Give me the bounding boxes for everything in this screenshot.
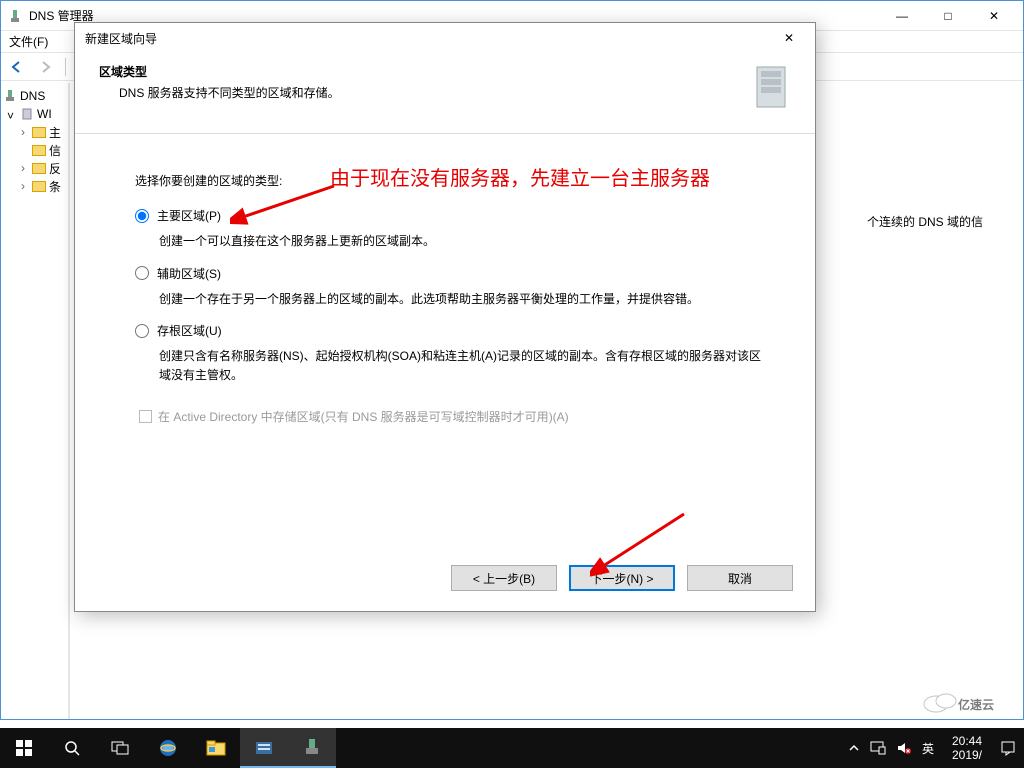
task-view-button[interactable] xyxy=(96,728,144,768)
dialog-header: 区域类型 DNS 服务器支持不同类型的区域和存储。 xyxy=(75,53,815,134)
tree-node-server[interactable]: ˅ WI xyxy=(3,105,66,123)
content-hint-text: 个连续的 DNS 域的信 xyxy=(867,213,983,230)
chevron-right-icon[interactable]: › xyxy=(21,161,29,175)
ad-storage-checkbox xyxy=(139,410,152,423)
taskbar: 英 20:44 2019/ xyxy=(0,728,1024,768)
tree-folder[interactable]: › 主 xyxy=(3,123,66,141)
tree-folder-label: 信 xyxy=(49,142,61,159)
secondary-zone-description: 创建一个存在于另一个服务器上的区域的副本。此选项帮助主服务器平衡处理的工作量，并… xyxy=(159,290,769,309)
radio-primary-zone-label: 主要区域(P) xyxy=(157,207,221,224)
radio-primary-zone-input[interactable] xyxy=(135,209,149,223)
folder-icon xyxy=(32,163,46,174)
search-button[interactable] xyxy=(48,728,96,768)
taskbar-explorer-icon[interactable] xyxy=(192,728,240,768)
tray-network-icon[interactable] xyxy=(870,741,886,755)
tree-folder[interactable]: 信 xyxy=(3,141,66,159)
dns-server-icon xyxy=(3,89,17,103)
ad-storage-checkbox-row: 在 Active Directory 中存储区域(只有 DNS 服务器是可写域控… xyxy=(139,408,769,425)
radio-secondary-zone-label: 辅助区域(S) xyxy=(157,265,221,282)
nav-back-button[interactable] xyxy=(5,56,29,78)
start-button[interactable] xyxy=(0,728,48,768)
taskbar-dns-manager-icon[interactable] xyxy=(288,728,336,768)
tree-root-dns[interactable]: DNS xyxy=(3,87,66,105)
server-illustration-icon xyxy=(751,63,791,111)
dialog-header-subtitle: DNS 服务器支持不同类型的区域和存储。 xyxy=(99,84,739,101)
dialog-title: 新建区域向导 xyxy=(85,30,773,47)
tree-root-label: DNS xyxy=(20,89,45,103)
tree-panel: DNS ˅ WI › 主 信 › 反 › xyxy=(1,83,69,719)
dns-app-icon xyxy=(7,8,23,24)
radio-secondary-zone-input[interactable] xyxy=(135,266,149,280)
radio-primary-zone[interactable]: 主要区域(P) xyxy=(135,207,769,224)
tray-notifications-icon[interactable] xyxy=(1000,740,1016,756)
taskbar-server-manager-icon[interactable] xyxy=(240,728,288,768)
radio-stub-zone-label: 存根区域(U) xyxy=(157,322,222,339)
stub-zone-description: 创建只含有名称服务器(NS)、起始授权机构(SOA)和粘连主机(A)记录的区域的… xyxy=(159,347,769,384)
dialog-header-title: 区域类型 xyxy=(99,63,739,80)
tray-date: 2019/ xyxy=(952,748,982,762)
toolbar-separator xyxy=(65,58,66,76)
tree-node-label: WI xyxy=(37,107,52,121)
tray-chevron-up-icon[interactable] xyxy=(848,742,860,754)
chevron-right-icon[interactable]: › xyxy=(21,179,29,193)
dialog-close-button[interactable]: ✕ xyxy=(773,25,805,51)
folder-icon xyxy=(32,181,46,192)
window-buttons: — □ ✕ xyxy=(879,1,1017,31)
chevron-right-icon[interactable]: › xyxy=(21,125,29,139)
dialog-body: 选择你要创建的区域的类型: 主要区域(P) 创建一个可以直接在这个服务器上更新的… xyxy=(75,134,815,435)
new-zone-wizard-dialog: 新建区域向导 ✕ 区域类型 DNS 服务器支持不同类型的区域和存储。 选择你要创… xyxy=(74,22,816,612)
tray-time: 20:44 xyxy=(952,734,982,748)
tree-folder-label: 主 xyxy=(49,124,61,141)
radio-stub-zone-input[interactable] xyxy=(135,324,149,338)
expander-icon[interactable]: ˅ xyxy=(7,109,17,119)
folder-icon xyxy=(32,127,46,138)
radio-secondary-zone[interactable]: 辅助区域(S) xyxy=(135,265,769,282)
close-button[interactable]: ✕ xyxy=(971,1,1017,31)
maximize-button[interactable]: □ xyxy=(925,1,971,31)
tree-folder[interactable]: › 反 xyxy=(3,159,66,177)
menu-file[interactable]: 文件(F) xyxy=(9,35,48,49)
option-secondary-zone: 辅助区域(S) 创建一个存在于另一个服务器上的区域的副本。此选项帮助主服务器平衡… xyxy=(135,265,769,309)
tray-clock[interactable]: 20:44 2019/ xyxy=(944,734,990,763)
server-icon xyxy=(20,107,34,121)
radio-stub-zone[interactable]: 存根区域(U) xyxy=(135,322,769,339)
tree-folder-label: 条 xyxy=(49,178,61,195)
tree-folder[interactable]: › 条 xyxy=(3,177,66,195)
zone-type-prompt: 选择你要创建的区域的类型: xyxy=(135,172,769,189)
tray-ime-indicator[interactable]: 英 xyxy=(922,740,934,757)
cancel-button[interactable]: 取消 xyxy=(687,565,793,591)
back-button[interactable]: < 上一步(B) xyxy=(451,565,557,591)
tray-volume-icon[interactable] xyxy=(896,741,912,755)
option-stub-zone: 存根区域(U) 创建只含有名称服务器(NS)、起始授权机构(SOA)和粘连主机(… xyxy=(135,322,769,384)
taskbar-ie-icon[interactable] xyxy=(144,728,192,768)
primary-zone-description: 创建一个可以直接在这个服务器上更新的区域副本。 xyxy=(159,232,769,251)
ad-storage-label: 在 Active Directory 中存储区域(只有 DNS 服务器是可写域控… xyxy=(158,408,569,425)
system-tray: 英 20:44 2019/ xyxy=(848,728,1024,768)
option-primary-zone: 主要区域(P) 创建一个可以直接在这个服务器上更新的区域副本。 xyxy=(135,207,769,251)
minimize-button[interactable]: — xyxy=(879,1,925,31)
tree-folder-label: 反 xyxy=(49,160,61,177)
next-button[interactable]: 下一步(N) > xyxy=(569,565,675,591)
folder-icon xyxy=(32,145,46,156)
nav-forward-button[interactable] xyxy=(33,56,57,78)
dialog-titlebar: 新建区域向导 ✕ xyxy=(75,23,815,53)
dialog-button-row: < 上一步(B) 下一步(N) > 取消 xyxy=(451,565,793,591)
